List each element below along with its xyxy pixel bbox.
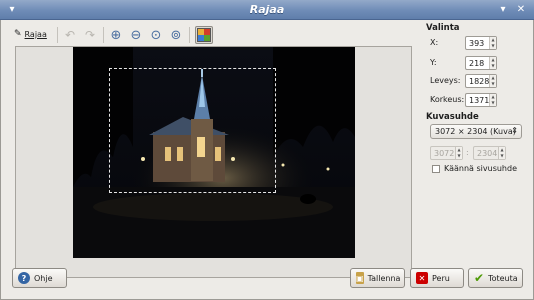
y-label: Y:	[430, 58, 437, 67]
crop-tool-text: Rajaa	[24, 29, 47, 39]
help-icon: ?	[18, 272, 30, 284]
cancel-button[interactable]: ✕ Peru	[410, 268, 464, 288]
crop-selection-rectangle[interactable]	[109, 68, 276, 193]
help-label: Ohje	[34, 273, 53, 283]
height-label: Korkeus:	[430, 95, 465, 104]
spin-arrows-icon: ▲ ▼	[498, 147, 505, 159]
x-value[interactable]: 393	[469, 39, 484, 48]
cancel-label: Peru	[432, 273, 450, 283]
close-icon[interactable]: ✕	[514, 3, 528, 17]
save-button[interactable]: ▣ Tallenna	[350, 268, 405, 288]
crop-dialog: ✎ Rajaa ↶ ↷ ⊕ ⊖ ⊙ ⊚ Valinta X: 393 ▲ ▼ Y…	[0, 20, 534, 300]
apply-button[interactable]: ✔ Toteuta	[468, 268, 523, 288]
selection-heading: Valinta	[426, 23, 460, 33]
width-value[interactable]: 1828	[469, 77, 489, 86]
y-spinner[interactable]: 218 ▲ ▼	[465, 56, 497, 70]
redo-icon[interactable]: ↷	[81, 26, 99, 44]
toolbar: ✎ Rajaa ↶ ↷ ⊕ ⊖ ⊙ ⊚	[11, 24, 411, 46]
zoom-in-icon[interactable]: ⊕	[107, 26, 125, 44]
ratio-height-spinner: 2304 ▲ ▼	[473, 146, 506, 160]
width-label: Leveys:	[430, 76, 461, 85]
y-value[interactable]: 218	[469, 59, 484, 68]
save-label: Tallenna	[367, 273, 401, 283]
aspect-ratio-value: 3072 × 2304 (Kuva)	[435, 127, 516, 136]
swap-aspect-checkbox[interactable]	[432, 165, 440, 173]
toolbar-separator	[189, 27, 190, 43]
undo-icon[interactable]: ↶	[61, 26, 79, 44]
minimize-icon[interactable]: ▾	[496, 3, 510, 17]
spin-arrows-icon[interactable]: ▲ ▼	[489, 75, 496, 87]
x-label: X:	[430, 38, 439, 47]
spin-arrows-icon[interactable]: ▲ ▼	[489, 57, 496, 69]
ratio-height-value: 2304	[477, 149, 498, 158]
image-preview-area[interactable]	[15, 46, 412, 278]
toolbar-separator	[57, 27, 58, 43]
zoom-fit-icon[interactable]: ⊙	[147, 26, 165, 44]
x-spinner[interactable]: 393 ▲ ▼	[465, 36, 497, 50]
ratio-width-spinner: 3072 ▲ ▼	[430, 146, 463, 160]
checkmark-icon: ✔	[474, 271, 485, 285]
crop-pen-icon: ✎	[14, 29, 22, 39]
aspect-heading: Kuvasuhde	[426, 112, 479, 122]
photo-preview[interactable]	[73, 47, 355, 258]
aspect-ratio-select[interactable]: 3072 × 2304 (Kuva) ⇕	[430, 124, 522, 139]
height-spinner[interactable]: 1371 ▲ ▼	[465, 93, 497, 107]
spin-arrows-icon: ▲ ▼	[455, 147, 462, 159]
window-title: Rajaa	[249, 3, 285, 16]
crop-tool-label: ✎ Rajaa	[14, 29, 47, 39]
save-image-icon: ▣	[356, 272, 364, 284]
zoom-normal-icon[interactable]: ⊚	[167, 26, 185, 44]
combo-arrows-icon: ⇕	[511, 126, 518, 135]
ratio-width-value: 3072	[434, 149, 455, 158]
spin-arrows-icon[interactable]: ▲ ▼	[489, 94, 496, 106]
spin-arrows-icon[interactable]: ▲ ▼	[489, 37, 496, 49]
apply-label: Toteuta	[488, 273, 518, 283]
ratio-colon: :	[466, 148, 469, 157]
cancel-icon: ✕	[416, 272, 428, 284]
height-value[interactable]: 1371	[469, 96, 489, 105]
help-button[interactable]: ? Ohje	[12, 268, 67, 288]
title-bar[interactable]: ▾ Rajaa ▾ ✕	[0, 0, 534, 20]
width-spinner[interactable]: 1828 ▲ ▼	[465, 74, 497, 88]
show-crop-guides-icon[interactable]	[195, 26, 213, 44]
zoom-out-icon[interactable]: ⊖	[127, 26, 145, 44]
toolbar-separator	[103, 27, 104, 43]
swap-aspect-label[interactable]: Käännä sivusuhde	[444, 164, 517, 173]
